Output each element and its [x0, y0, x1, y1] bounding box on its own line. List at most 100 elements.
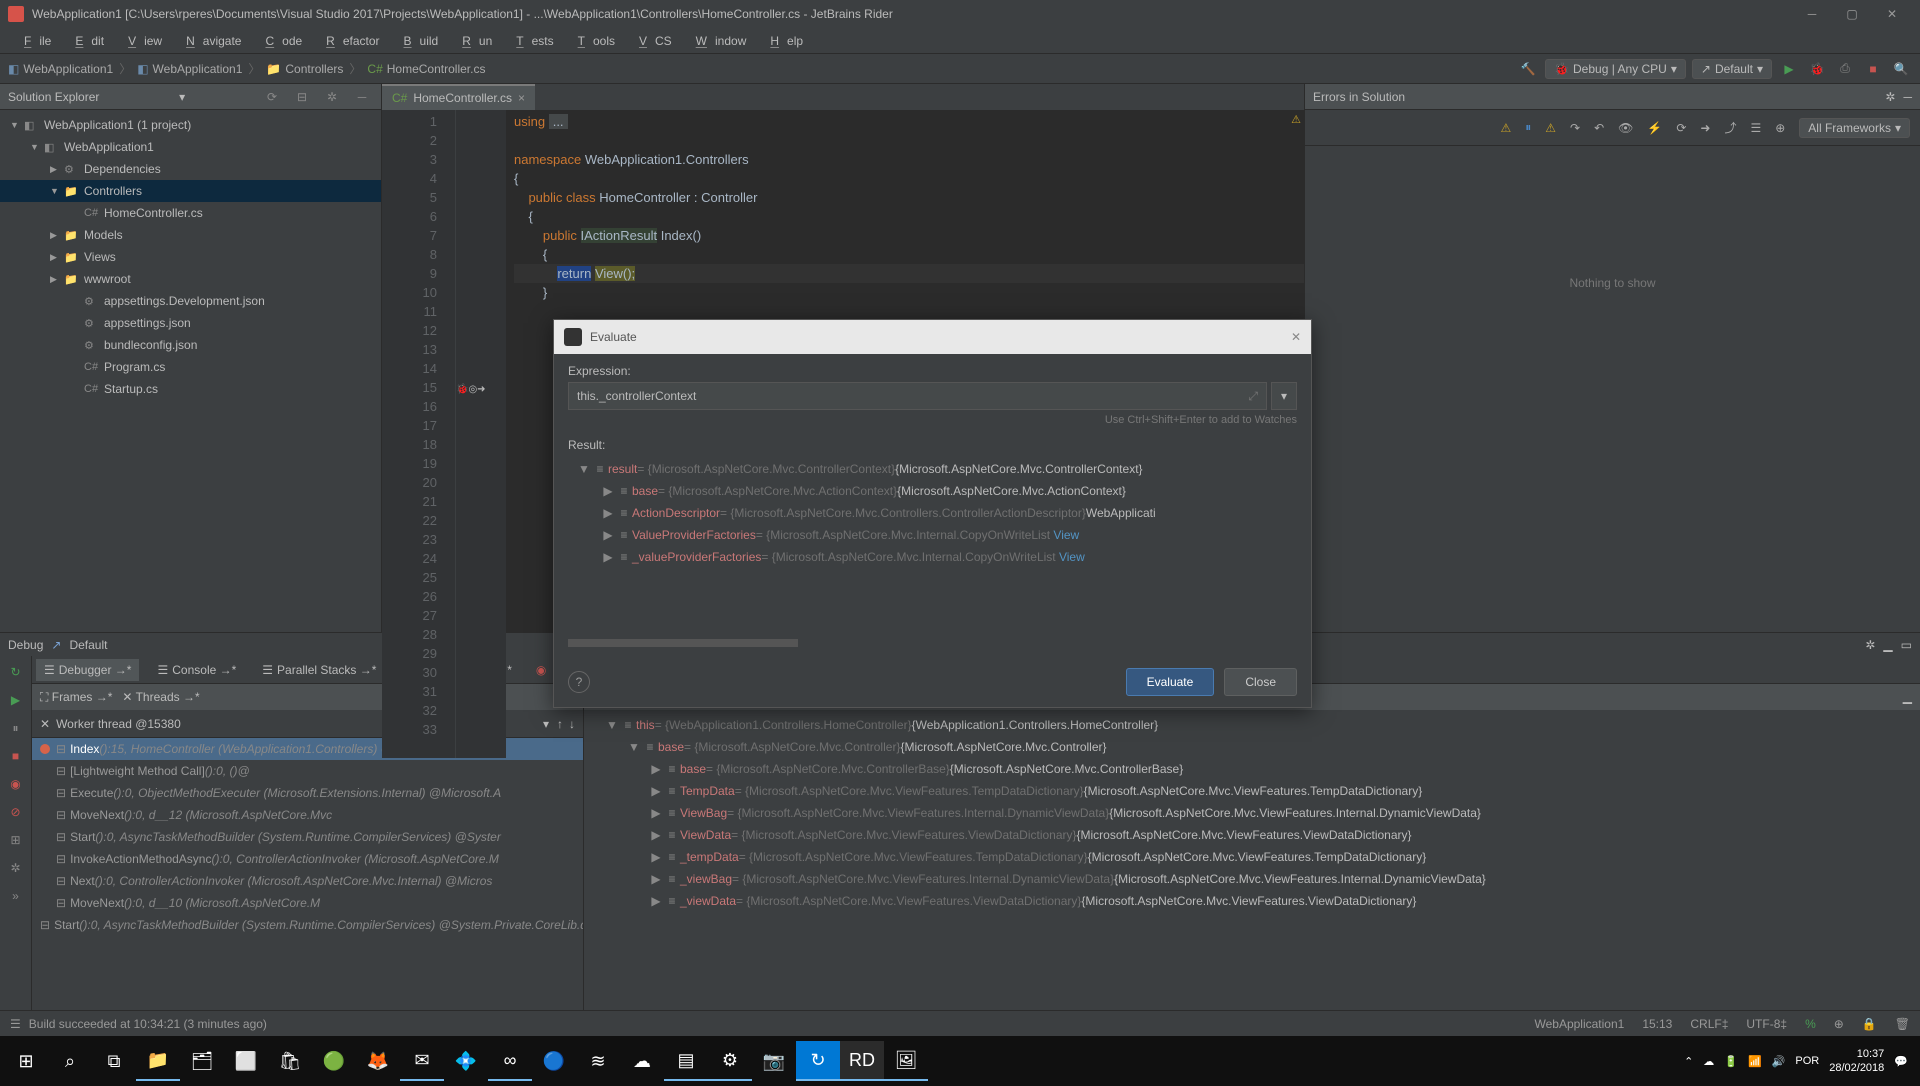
maximize-button[interactable]: ▢	[1832, 0, 1872, 28]
scrollbar[interactable]	[568, 639, 798, 647]
restore-icon[interactable]: ▭	[1901, 638, 1912, 652]
close-button[interactable]: Close	[1224, 668, 1297, 696]
expression-input[interactable]: this._controllerContext ⤢	[568, 382, 1267, 410]
menu-window[interactable]: Window	[680, 34, 755, 48]
outlook-icon[interactable]: ✉	[400, 1041, 444, 1081]
debug-tab-console[interactable]: ☰ Console →*	[149, 659, 244, 681]
app-icon[interactable]: ⬜	[224, 1041, 268, 1081]
onedrive-icon[interactable]: ☁	[1703, 1055, 1714, 1068]
result-row[interactable]: ▼≡ result = {Microsoft.AspNetCore.Mvc.Co…	[568, 458, 1297, 480]
vs-icon[interactable]: ∞	[488, 1041, 532, 1081]
pause-icon[interactable]: ⏸	[1525, 120, 1531, 135]
breadcrumb-item[interactable]: ◧ WebApplication1	[137, 62, 242, 76]
terminal-icon[interactable]: ▤	[664, 1041, 708, 1081]
export-icon[interactable]: ⤴	[1724, 119, 1736, 136]
bolt-icon[interactable]: ⚡	[1647, 121, 1662, 135]
tree-node[interactable]: C#Program.cs	[0, 356, 381, 378]
menu-tools[interactable]: Tools	[562, 34, 623, 48]
dialog-close-icon[interactable]: ✕	[1291, 330, 1301, 344]
clock-time[interactable]: 10:37	[1829, 1047, 1884, 1061]
pin-icon[interactable]: »	[6, 886, 26, 906]
app-icon[interactable]: 📷	[752, 1041, 796, 1081]
settings-icon[interactable]: ✲	[321, 86, 343, 108]
help-icon[interactable]: ?	[568, 671, 590, 693]
frame-row[interactable]: ⊟Next():0, ControllerActionInvoker (Micr…	[32, 870, 583, 892]
tree-node[interactable]: ▶📁Models	[0, 224, 381, 246]
menu-view[interactable]: View	[112, 34, 170, 48]
result-row[interactable]: ▶≡ ActionDescriptor = {Microsoft.AspNetC…	[568, 502, 1297, 524]
resume-icon[interactable]: ▶	[6, 690, 26, 710]
tab-close-icon[interactable]: ×	[518, 91, 525, 105]
mute-icon[interactable]: ⊘	[6, 802, 26, 822]
editor-tab[interactable]: C# HomeController.cs ×	[382, 84, 535, 110]
evaluate-button[interactable]: Evaluate	[1126, 668, 1215, 696]
language-indicator[interactable]: POR	[1795, 1055, 1819, 1067]
minimize-icon[interactable]: ▁	[1883, 638, 1892, 652]
variable-row[interactable]: ▶≡ _tempData = {Microsoft.AspNetCore.Mvc…	[584, 846, 1920, 868]
tray-chevron-icon[interactable]: ⌃	[1684, 1055, 1693, 1068]
menu-run[interactable]: Run	[446, 34, 500, 48]
tree-node[interactable]: ▶📁Views	[0, 246, 381, 268]
stop-button[interactable]: ■	[1862, 58, 1884, 80]
frame-row[interactable]: ⊟Start():0, AsyncTaskMethodBuilder (Syst…	[32, 826, 583, 848]
volume-icon[interactable]: 🔊	[1772, 1055, 1786, 1068]
frame-row[interactable]: ⊟Start():0, AsyncTaskMethodBuilder (Syst…	[32, 914, 583, 936]
result-row[interactable]: ▶≡ ValueProviderFactories = {Microsoft.A…	[568, 524, 1297, 546]
variable-row[interactable]: ▶≡ ViewBag = {Microsoft.AspNetCore.Mvc.V…	[584, 802, 1920, 824]
target-icon[interactable]: ⊕	[1775, 121, 1785, 135]
tree-node[interactable]: ▼📁Controllers	[0, 180, 381, 202]
taskview-icon[interactable]: ⧉	[92, 1041, 136, 1081]
step-icon[interactable]: ↷	[1570, 121, 1580, 135]
trash-icon[interactable]: 🗑	[1895, 1017, 1910, 1031]
tree-node[interactable]: ▼◧WebApplication1	[0, 136, 381, 158]
layout-icon[interactable]: ⊞	[6, 830, 26, 850]
hide-icon[interactable]: ─	[351, 86, 373, 108]
result-row[interactable]: ▶≡ base = {Microsoft.AspNetCore.Mvc.Acti…	[568, 480, 1297, 502]
firefox-icon[interactable]: 🦊	[356, 1041, 400, 1081]
debug-button[interactable]: 🐞	[1806, 58, 1828, 80]
debug-tab-parallel-stacks[interactable]: ☰ Parallel Stacks →*	[254, 659, 384, 681]
goto-icon[interactable]: ➜	[1700, 121, 1710, 135]
app-icon[interactable]: 🖼	[884, 1041, 928, 1081]
sync-icon[interactable]: ⟳	[261, 86, 283, 108]
vscode-icon[interactable]: ≋	[576, 1041, 620, 1081]
settings-icon[interactable]: ✲	[6, 858, 26, 878]
menu-vcs[interactable]: VCS	[623, 34, 680, 48]
tree-node[interactable]: ⚙appsettings.json	[0, 312, 381, 334]
minimize-icon[interactable]: ▁	[1903, 690, 1912, 704]
menu-help[interactable]: Help	[754, 34, 811, 48]
breadcrumb-item[interactable]: ◧ WebApplication1	[8, 62, 113, 76]
menu-edit[interactable]: Edit	[59, 34, 112, 48]
eye-icon[interactable]: 👁	[1618, 121, 1633, 135]
explorer-icon[interactable]: 📁	[136, 1041, 180, 1081]
frameworks-combo[interactable]: All Frameworks ▾	[1799, 118, 1910, 138]
menu-navigate[interactable]: Navigate	[170, 34, 249, 48]
tree-node[interactable]: C#Startup.cs	[0, 378, 381, 400]
variable-row[interactable]: ▶≡ base = {Microsoft.AspNetCore.Mvc.Cont…	[584, 758, 1920, 780]
breadcrumb-item[interactable]: C# HomeController.cs	[367, 62, 485, 76]
pause-icon[interactable]: ⏸	[6, 718, 26, 738]
frame-row[interactable]: ⊟InvokeActionMethodAsync():0, Controller…	[32, 848, 583, 870]
menu-tests[interactable]: Tests	[500, 34, 561, 48]
tree-node[interactable]: ⚙appsettings.Development.json	[0, 290, 381, 312]
warning-icon[interactable]: ⚠	[1545, 121, 1556, 135]
run-config-combo[interactable]: 🐞 Debug | Any CPU ▾	[1545, 59, 1686, 79]
menu-build[interactable]: Build	[388, 34, 447, 48]
line-ending[interactable]: CRLF‡	[1690, 1017, 1728, 1031]
breadcrumb-item[interactable]: 📁 Controllers	[266, 62, 343, 76]
lock-icon[interactable]: 🔒	[1862, 1017, 1877, 1031]
app-icon[interactable]: ↻	[796, 1041, 840, 1081]
variable-row[interactable]: ▶≡ _viewData = {Microsoft.AspNetCore.Mvc…	[584, 890, 1920, 912]
step-icon-2[interactable]: ↶	[1594, 121, 1604, 135]
variable-row[interactable]: ▶≡ _viewBag = {Microsoft.AspNetCore.Mvc.…	[584, 868, 1920, 890]
filter-icon[interactable]: ☰	[1750, 121, 1761, 135]
search-icon[interactable]: ⌕	[48, 1041, 92, 1081]
variable-row[interactable]: ▶≡ ViewData = {Microsoft.AspNetCore.Mvc.…	[584, 824, 1920, 846]
variable-row[interactable]: ▶≡ TempData = {Microsoft.AspNetCore.Mvc.…	[584, 780, 1920, 802]
rerun-icon[interactable]: ↻	[6, 662, 26, 682]
rider-icon[interactable]: RD	[840, 1041, 884, 1081]
battery-icon[interactable]: 🔋	[1724, 1055, 1738, 1068]
gear-icon[interactable]: ✲	[1865, 638, 1875, 652]
build-icon[interactable]: 🔨	[1517, 58, 1539, 80]
search-button[interactable]: 🔍	[1890, 58, 1912, 80]
